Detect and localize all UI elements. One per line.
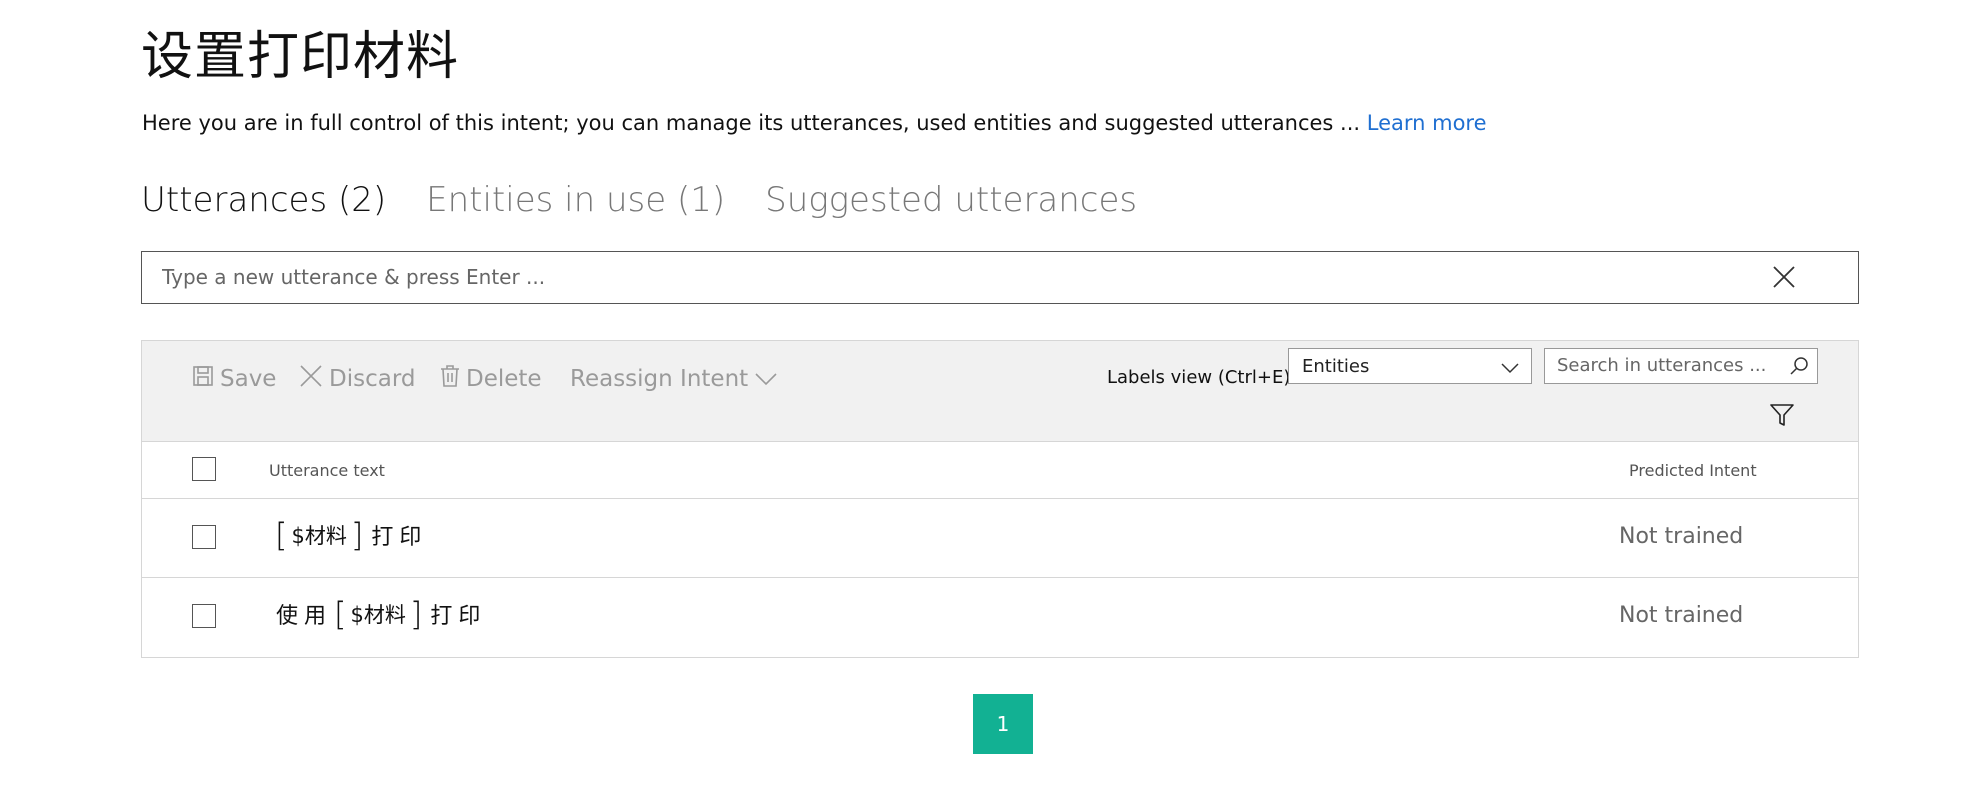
intent-tabs: Utterances (2) Entities in use (1) Sugge…	[141, 176, 1137, 224]
discard-icon	[299, 364, 323, 394]
labels-view-label: Labels view (Ctrl+E):	[1107, 367, 1297, 388]
col-utterance-text: Utterance text	[269, 461, 385, 480]
tab-utterances[interactable]: Utterances (2)	[141, 176, 386, 224]
utterance-text[interactable]: [ $材料 ] 打印	[273, 519, 427, 551]
description-text: Here you are in full control of this int…	[142, 111, 1367, 135]
entity-name: $材料	[350, 603, 406, 627]
delete-label: Delete	[466, 366, 542, 392]
utterances-grid: Save Discard Delete Reassign Intent Labe…	[141, 340, 1859, 658]
entity-bracket-open: [	[334, 595, 347, 633]
search-utterances-input[interactable]	[1545, 349, 1775, 381]
grid-toolbar: Save Discard Delete Reassign Intent Labe…	[142, 341, 1858, 442]
chevron-down-icon	[1501, 358, 1519, 379]
learn-more-link[interactable]: Learn more	[1367, 111, 1487, 135]
labels-view-select[interactable]: Entities	[1288, 348, 1532, 384]
tab-suggested-utterances[interactable]: Suggested utterances	[765, 176, 1137, 224]
utterance-text[interactable]: 使用 [ $材料 ] 打印	[276, 598, 486, 630]
table-row[interactable]: 使用 [ $材料 ] 打印 Not trained	[142, 578, 1858, 657]
entity-bracket-open: [	[275, 516, 288, 554]
page-number-button[interactable]: 1	[973, 694, 1033, 754]
save-label: Save	[220, 366, 277, 392]
utterance-suffix: 打印	[371, 525, 428, 550]
row-checkbox[interactable]	[192, 604, 216, 628]
new-utterance-input[interactable]	[142, 252, 1782, 302]
labels-view-value: Entities	[1302, 355, 1370, 377]
tab-entities-in-use[interactable]: Entities in use (1)	[426, 176, 725, 224]
search-icon[interactable]	[1789, 356, 1809, 380]
entity-bracket-close: ]	[409, 595, 423, 633]
entity-bracket-close: ]	[350, 516, 364, 554]
reassign-intent-button[interactable]: Reassign Intent	[570, 357, 778, 401]
search-utterances-box	[1544, 348, 1818, 384]
utterance-prefix: 使用	[276, 604, 333, 629]
entity-name: $材料	[291, 524, 347, 548]
entity-label[interactable]: [ $材料 ]	[334, 598, 422, 630]
filter-icon[interactable]	[1769, 402, 1795, 432]
delete-button[interactable]: Delete	[440, 357, 542, 401]
page-description: Here you are in full control of this int…	[142, 108, 1487, 138]
select-all-checkbox[interactable]	[192, 457, 216, 481]
chevron-down-icon	[754, 366, 778, 392]
page-title: 设置打印材料	[141, 27, 460, 87]
discard-label: Discard	[329, 366, 416, 392]
discard-button[interactable]: Discard	[299, 357, 415, 401]
close-icon[interactable]	[1772, 265, 1796, 289]
table-row[interactable]: [ $材料 ] 打印 Not trained	[142, 499, 1858, 578]
predicted-intent: Not trained	[1619, 603, 1744, 628]
utterance-suffix: 打印	[430, 604, 487, 629]
new-utterance-box	[141, 251, 1859, 304]
trash-icon	[440, 364, 460, 394]
entity-label[interactable]: [ $材料 ]	[275, 519, 363, 551]
row-checkbox[interactable]	[192, 525, 216, 549]
table-header: Utterance text Predicted Intent	[142, 442, 1858, 499]
save-button[interactable]: Save	[192, 357, 276, 401]
predicted-intent: Not trained	[1619, 524, 1744, 549]
col-predicted-intent: Predicted Intent	[1629, 461, 1757, 480]
reassign-label: Reassign Intent	[570, 366, 749, 392]
save-icon	[192, 365, 214, 393]
